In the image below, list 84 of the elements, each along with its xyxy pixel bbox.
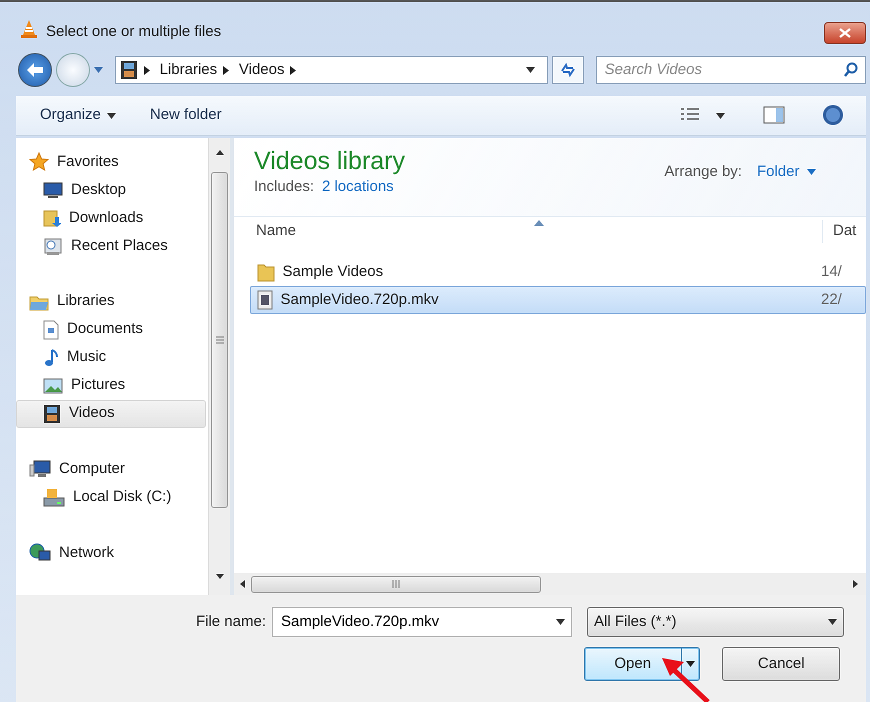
refresh-button[interactable] bbox=[552, 56, 584, 84]
column-header[interactable]: Dat bbox=[822, 220, 856, 243]
search-icon bbox=[843, 62, 860, 78]
file-row[interactable]: SampleVideo.720p.mkv 22/ bbox=[250, 286, 866, 314]
navigation-item[interactable]: Local Disk (C:) bbox=[16, 483, 206, 512]
navigation-item[interactable]: Desktop bbox=[16, 176, 206, 204]
help-circle-icon bbox=[822, 104, 844, 126]
breadcrumb-link[interactable]: Libraries bbox=[160, 58, 218, 82]
caret-icon bbox=[94, 66, 103, 73]
locations-link[interactable]: 2 locations bbox=[322, 178, 394, 195]
navigation-item[interactable]: Recent Places bbox=[16, 232, 206, 260]
column-header[interactable]: Name bbox=[234, 220, 822, 243]
caret-icon bbox=[106, 112, 116, 118]
folder-arrow-icon bbox=[43, 208, 61, 228]
caret-icon bbox=[526, 66, 536, 73]
help-icon[interactable] bbox=[822, 104, 844, 127]
navigation-item[interactable]: Libraries bbox=[16, 288, 206, 316]
close-icon bbox=[839, 28, 851, 38]
address-bar[interactable]: Libraries Videos bbox=[114, 56, 548, 84]
document-icon bbox=[43, 320, 59, 340]
monitor-icon bbox=[43, 180, 63, 199]
navigation-item[interactable]: Music bbox=[16, 344, 206, 372]
triangle-left-icon bbox=[240, 580, 245, 588]
search-box[interactable]: Search Videos bbox=[596, 56, 866, 84]
pane-icon bbox=[762, 106, 784, 124]
open-button[interactable]: Open bbox=[584, 647, 700, 681]
file-name-label: File name: bbox=[194, 612, 267, 632]
navigation-item[interactable]: Documents bbox=[16, 316, 206, 344]
navigation-item[interactable]: Network bbox=[16, 539, 206, 568]
file-name-field[interactable]: SampleVideo.720p.mkv bbox=[279, 610, 556, 634]
new-folder-button[interactable]: New folder bbox=[150, 104, 222, 127]
film-icon bbox=[120, 60, 138, 80]
date-cell-text: 14/ bbox=[821, 262, 842, 282]
folder-icon bbox=[257, 262, 275, 282]
music-note-icon bbox=[43, 348, 59, 368]
back-arrow-icon bbox=[26, 62, 44, 78]
vertical-scrollbar[interactable] bbox=[208, 138, 230, 595]
arrange-by-dropdown[interactable]: Folder bbox=[756, 161, 816, 184]
navigation-item[interactable]: Favorites bbox=[16, 148, 206, 176]
date-cell-text: 22/ bbox=[821, 290, 842, 310]
chevron-icon bbox=[223, 66, 230, 74]
library-title: Videos library bbox=[254, 146, 406, 176]
navigation-item[interactable]: Downloads bbox=[16, 204, 206, 232]
caret-icon bbox=[556, 619, 565, 625]
dropdown-caret-icon bbox=[686, 661, 695, 667]
chevron-icon bbox=[144, 66, 150, 74]
globe-monitor-icon bbox=[29, 543, 51, 564]
traffic-cone-icon bbox=[20, 18, 38, 39]
chevron-icon bbox=[290, 66, 296, 74]
navigation-item[interactable]: Videos bbox=[16, 400, 206, 428]
view-caret-icon bbox=[716, 112, 725, 118]
window-title: Select one or multiple files bbox=[46, 22, 222, 42]
horizontal-scrollbar[interactable] bbox=[234, 573, 866, 595]
triangle-right-icon bbox=[853, 580, 858, 588]
file-name: SampleVideo.720p.mkv bbox=[280, 290, 439, 310]
navigation-item[interactable]: Computer bbox=[16, 455, 206, 484]
computer-icon bbox=[29, 459, 51, 480]
caret-icon bbox=[807, 169, 816, 176]
sort-caret-icon bbox=[534, 220, 544, 226]
file-name: Sample Videos bbox=[282, 262, 384, 282]
navigation-item[interactable]: Pictures bbox=[16, 372, 206, 400]
breadcrumb-link[interactable]: Videos bbox=[238, 58, 284, 82]
file-row[interactable]: Sample Videos 14/ bbox=[250, 258, 866, 286]
scrollbar-thumb[interactable] bbox=[211, 172, 228, 508]
back-button[interactable] bbox=[18, 53, 52, 87]
close-button[interactable] bbox=[824, 22, 866, 44]
star-icon bbox=[29, 152, 49, 172]
caret-icon bbox=[828, 619, 837, 625]
triangle-up-icon bbox=[216, 150, 224, 156]
refresh-arrows-icon bbox=[558, 62, 577, 78]
arrange-by-label: Arrange by: bbox=[664, 163, 742, 180]
file-name-combo-box[interactable]: SampleVideo.720p.mkv bbox=[272, 607, 572, 637]
grip-icon bbox=[216, 336, 224, 344]
file-type-dropdown[interactable]: All Files (*.*) bbox=[587, 607, 844, 637]
grip-icon bbox=[392, 580, 400, 588]
triangle-down-icon bbox=[216, 574, 224, 579]
video-file-icon bbox=[257, 290, 273, 310]
organize-button[interactable]: Organize bbox=[40, 104, 116, 127]
includes-label: Includes: bbox=[254, 178, 314, 195]
disk-icon bbox=[43, 487, 65, 508]
scrollbar-thumb[interactable] bbox=[251, 576, 541, 592]
film-icon bbox=[43, 404, 61, 424]
picture-icon bbox=[43, 378, 63, 394]
cancel-button[interactable]: Cancel bbox=[722, 647, 840, 681]
